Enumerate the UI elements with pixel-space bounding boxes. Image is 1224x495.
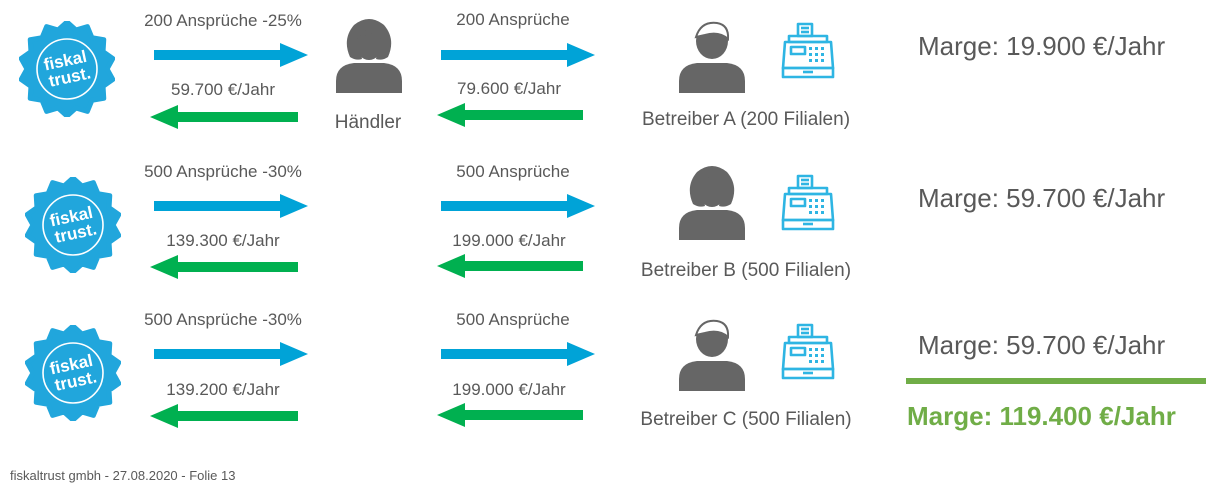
arrow-right-claims-operator [441, 43, 595, 67]
arrow-right-claims-operator [441, 194, 595, 218]
betreiber-a-male-icon [679, 21, 745, 93]
total-divider-bar [906, 378, 1206, 384]
payment-to-fiskaltrust-label: 59.700 €/Jahr [171, 80, 275, 99]
marge-row-2: Marge: 59.700 €/Jahr [918, 183, 1166, 213]
marge-row-3: Marge: 59.700 €/Jahr [918, 330, 1166, 360]
payment-to-retailer-label: 199.000 €/Jahr [452, 231, 566, 250]
arrow-left-payment-retailer [437, 254, 583, 278]
cash-register-icon [781, 22, 835, 79]
fiskaltrust-logo: fiskal trust. [25, 325, 121, 421]
claims-to-retailer-label: 500 Ansprüche -30% [144, 162, 302, 181]
betreiber-c-male-icon [679, 319, 745, 391]
claims-to-retailer-label: 500 Ansprüche -30% [144, 310, 302, 329]
total-marge: Marge: 119.400 €/Jahr [907, 401, 1176, 431]
arrow-left-payment [150, 105, 298, 129]
arrow-left-payment-retailer [437, 103, 583, 127]
arrow-left-payment [150, 255, 298, 279]
haendler-female-icon [336, 19, 402, 93]
arrow-right-claims [154, 43, 308, 67]
payment-to-fiskaltrust-label: 139.200 €/Jahr [166, 380, 280, 399]
betreiber-c-label: Betreiber C (500 Filialen) [640, 409, 852, 430]
footer-text: fiskaltrust gmbh - 27.08.2020 - Folie 13 [10, 468, 236, 483]
payment-to-retailer-label: 79.600 €/Jahr [457, 79, 561, 98]
fiskaltrust-logo: fiskal trust. [25, 177, 121, 273]
betreiber-a-label: Betreiber A (200 Filialen) [641, 109, 851, 130]
betreiber-b-female-icon [679, 166, 745, 240]
claims-to-operator-label: 500 Ansprüche [456, 162, 570, 181]
haendler-label: Händler [334, 112, 402, 133]
arrow-right-claims [154, 342, 308, 366]
payment-to-retailer-label: 199.000 €/Jahr [452, 380, 566, 399]
arrow-left-payment [150, 404, 298, 428]
fiskaltrust-logo: fiskal trust. [19, 21, 115, 117]
payment-to-fiskaltrust-label: 139.300 €/Jahr [166, 231, 280, 250]
claims-to-operator-label: 500 Ansprüche [456, 310, 570, 329]
claims-to-retailer-label: 200 Ansprüche -25% [144, 11, 302, 30]
cash-register-icon [781, 323, 835, 380]
marge-row-1: Marge: 19.900 €/Jahr [918, 31, 1166, 61]
claims-to-operator-label: 200 Ansprüche [456, 10, 570, 29]
arrow-right-claims-operator [441, 342, 595, 366]
arrow-right-claims [154, 194, 308, 218]
arrow-left-payment-retailer [437, 403, 583, 427]
cash-register-icon [781, 174, 835, 231]
betreiber-b-label: Betreiber B (500 Filialen) [640, 260, 852, 281]
